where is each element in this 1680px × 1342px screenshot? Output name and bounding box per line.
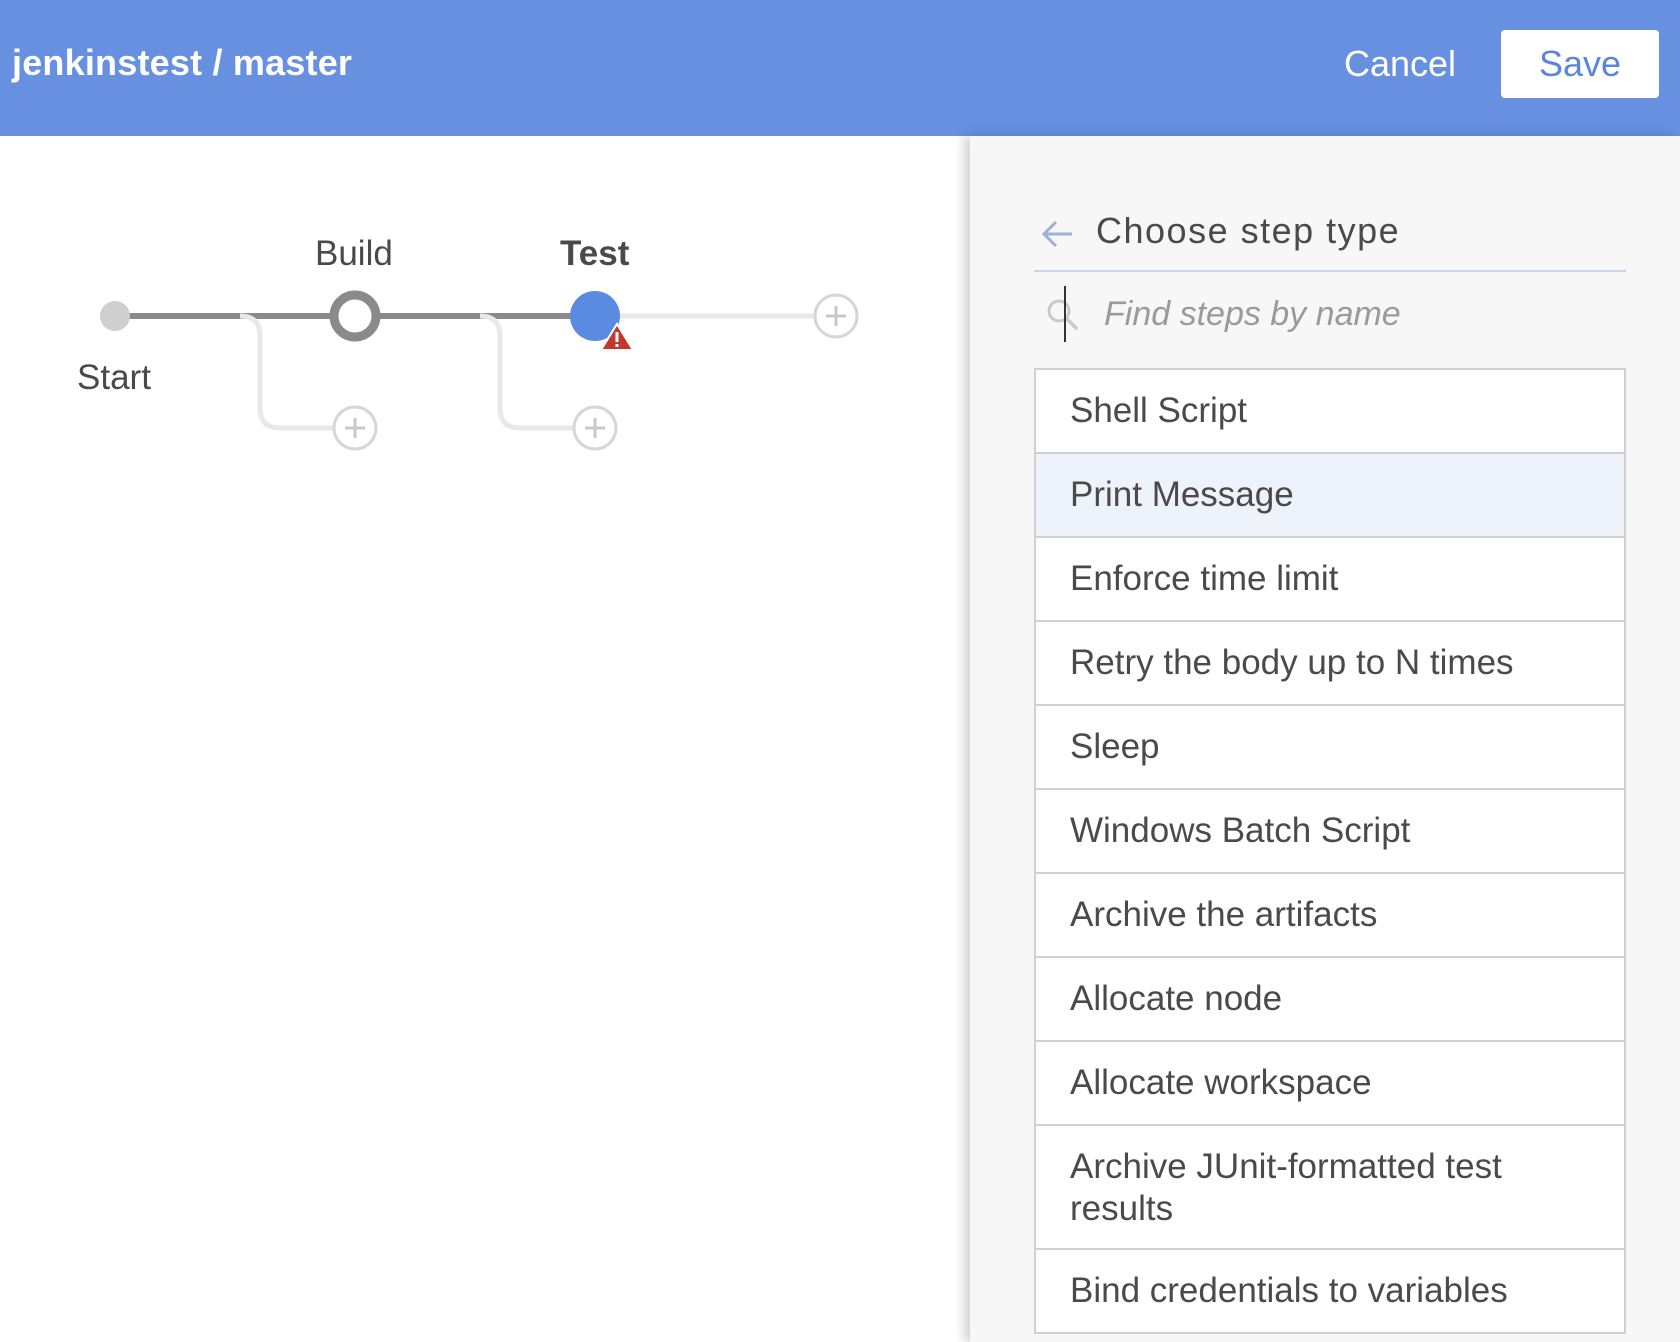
pipeline-editor: jenkinstest / master Cancel Save Start B… (0, 0, 1680, 1342)
pipeline-graph-svg (100, 290, 859, 451)
step-type-item[interactable]: Sleep (1034, 706, 1626, 790)
parallel-branch-line (239, 313, 335, 431)
step-search-input[interactable] (1064, 286, 1604, 342)
step-type-item[interactable]: Archive JUnit-formatted test results (1034, 1126, 1626, 1250)
panel-header: Choose step type (1034, 198, 1626, 272)
step-search (1034, 286, 1626, 342)
stage-label-build[interactable]: Build (315, 234, 393, 274)
stage-label-test[interactable]: Test (560, 234, 629, 274)
page-title: jenkinstest / master (12, 42, 353, 83)
panel-title: Choose step type (1096, 210, 1401, 251)
add-parallel-stage-icon[interactable] (332, 405, 378, 451)
pipeline-graph: Start Build Test (0, 136, 970, 1342)
top-bar: jenkinstest / master Cancel Save (0, 0, 1680, 136)
step-type-item[interactable]: Print Message (1034, 454, 1626, 538)
start-node (100, 301, 130, 331)
step-type-list: Shell Script Print Message Enforce time li… (1034, 368, 1626, 1334)
step-type-item[interactable]: Allocate workspace (1034, 1042, 1626, 1126)
stage-node-build[interactable] (329, 290, 381, 342)
arrow-left-icon[interactable] (1040, 216, 1076, 252)
step-type-item[interactable]: Shell Script (1034, 370, 1626, 454)
start-label: Start (77, 358, 151, 397)
step-type-item[interactable]: Enforce time limit (1034, 538, 1626, 622)
parallel-branch-line (479, 313, 575, 431)
step-type-item[interactable]: Archive the artifacts (1034, 874, 1626, 958)
add-stage-icon[interactable] (813, 293, 859, 339)
step-type-item[interactable]: Allocate node (1034, 958, 1626, 1042)
cancel-button[interactable]: Cancel (1330, 30, 1470, 98)
step-type-item[interactable]: Retry the body up to N times (1034, 622, 1626, 706)
add-parallel-stage-icon[interactable] (572, 405, 618, 451)
step-type-item[interactable]: Bind credentials to variables (1034, 1250, 1626, 1334)
step-chooser-panel: Choose step type Shell ScriptPrint Messa… (970, 136, 1680, 1342)
step-type-item[interactable]: Windows Batch Script (1034, 790, 1626, 874)
save-button[interactable]: Save (1501, 30, 1659, 98)
